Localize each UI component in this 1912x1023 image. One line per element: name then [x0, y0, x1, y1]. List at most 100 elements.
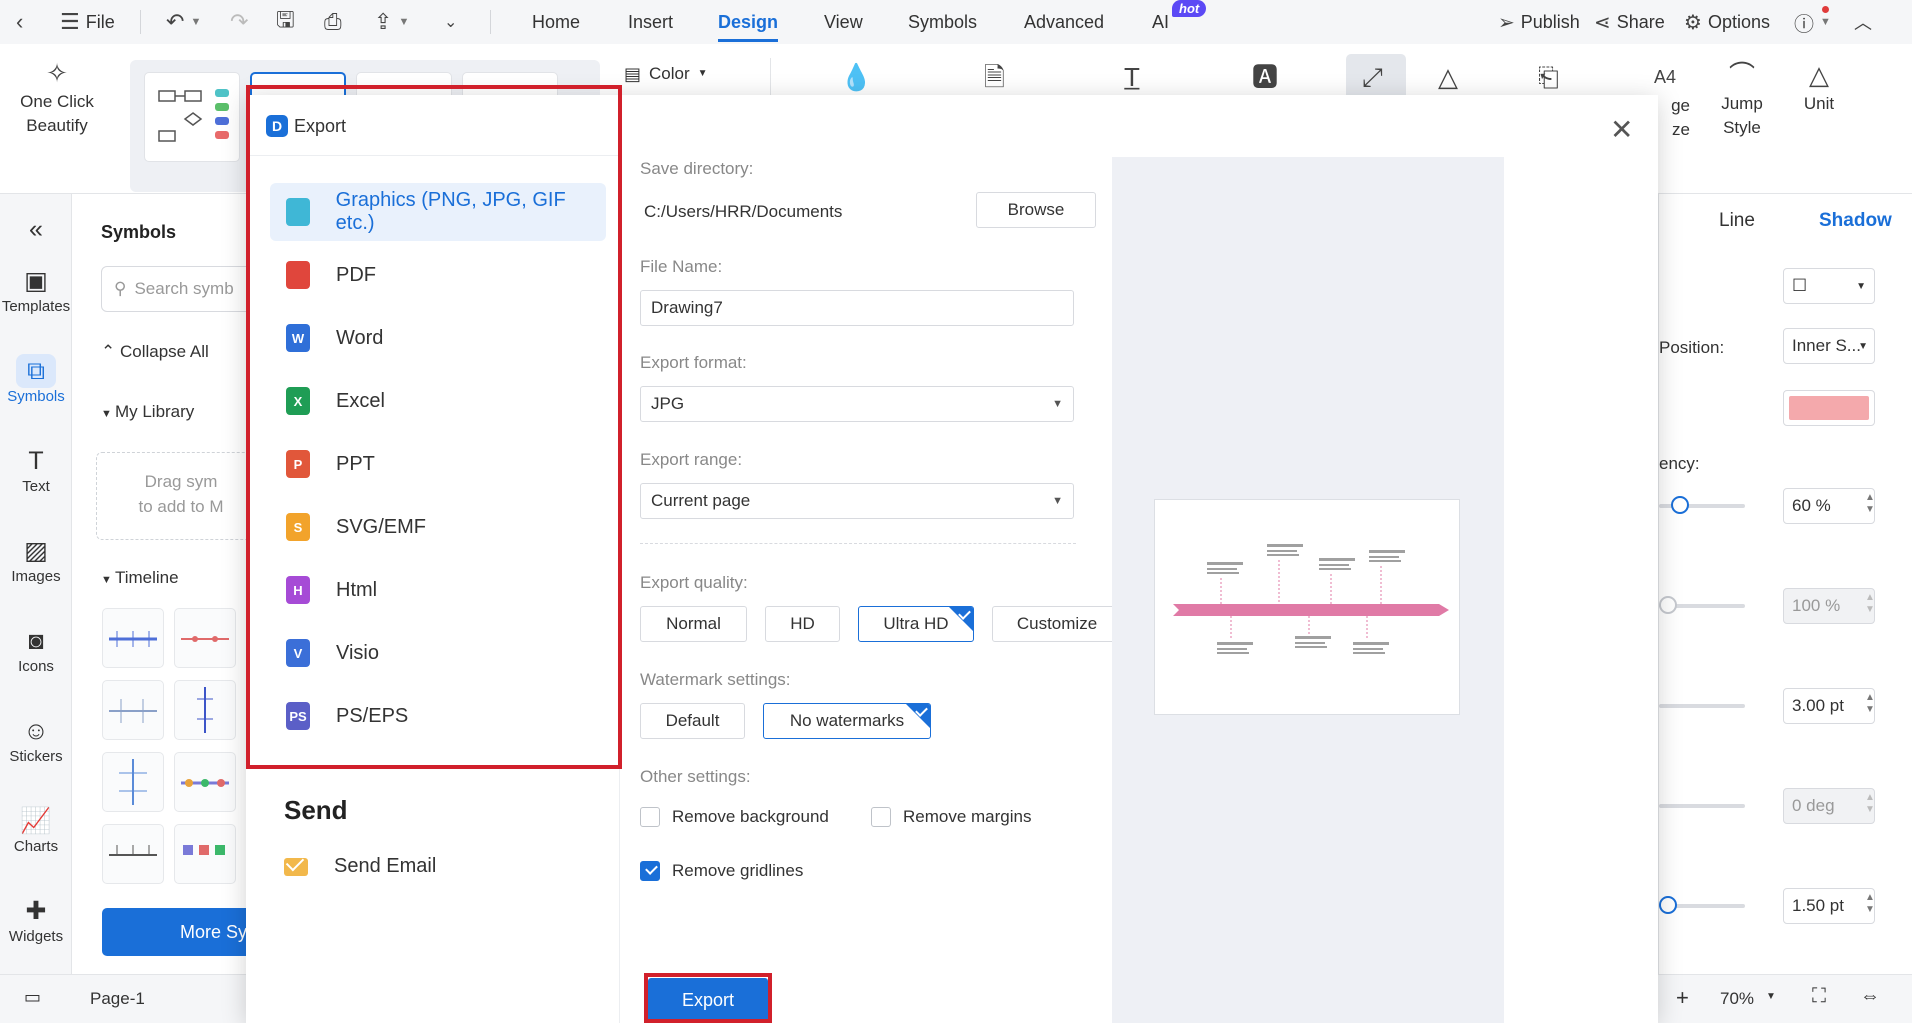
rail-icons[interactable]: ◙ Icons — [0, 624, 72, 675]
slider-handle[interactable] — [1659, 896, 1677, 914]
timeline-symbol[interactable] — [102, 752, 164, 812]
fill-button[interactable]: 💧 — [840, 60, 872, 94]
font-button[interactable]: 🅰 — [1252, 60, 1278, 94]
tab-ai[interactable]: AI — [1152, 0, 1169, 44]
chevron-down-icon[interactable]: ▼ — [1766, 991, 1776, 1002]
options-button[interactable]: ⚙ Options — [1684, 0, 1770, 44]
remove-margins-checkbox[interactable] — [871, 807, 891, 827]
angle-input[interactable]: 0 deg — [1783, 788, 1875, 824]
quality-ultra-hd-button[interactable]: Ultra HD — [858, 606, 974, 642]
rail-templates[interactable]: ▣ Templates — [0, 264, 72, 315]
theme-thumbnail[interactable] — [144, 72, 240, 162]
tab-advanced[interactable]: Advanced — [1024, 0, 1104, 44]
spinner-arrows[interactable]: ▲ ▼ — [1865, 592, 1875, 616]
transparency-input[interactable]: 60 % — [1783, 488, 1875, 524]
distance-slider[interactable] — [1659, 704, 1745, 708]
spinner-arrows[interactable]: ▲ ▼ — [1865, 692, 1875, 716]
fit-width-icon[interactable]: ⇔ — [1860, 985, 1880, 1008]
export-quick-button[interactable]: ⇪ ▼ — [374, 0, 409, 44]
spinner-arrows[interactable]: ▲ ▼ — [1865, 892, 1875, 916]
timeline-symbol[interactable] — [102, 608, 164, 668]
one-click-beautify-button[interactable]: ✧ One Click Beautify — [14, 56, 100, 138]
slider-handle[interactable] — [1659, 596, 1677, 614]
panel-toggle-icon[interactable]: ▭ — [24, 987, 41, 1008]
format-item[interactable]: P PPT — [270, 435, 606, 493]
format-item[interactable]: PDF — [270, 246, 606, 304]
file-name-input[interactable]: Drawing7 — [640, 290, 1074, 326]
quality-normal-button[interactable]: Normal — [640, 606, 747, 642]
format-item[interactable]: X Excel — [270, 372, 606, 430]
back-button[interactable]: ‹ — [16, 0, 23, 44]
browse-button[interactable]: Browse — [976, 192, 1096, 228]
slider-handle[interactable] — [1671, 496, 1689, 514]
more-quick-button[interactable]: ⌄ — [444, 0, 457, 44]
collapse-ribbon-button[interactable]: ︿ — [1854, 0, 1872, 44]
file-menu[interactable]: ☰ File — [60, 0, 115, 44]
position-select[interactable]: Inner S... ▼ — [1783, 328, 1875, 364]
format-item[interactable]: Graphics (PNG, JPG, GIF etc.) — [270, 183, 606, 241]
rail-stickers[interactable]: ☺ Stickers — [0, 714, 72, 765]
watermark-button[interactable]: △ — [1438, 60, 1458, 94]
close-icon[interactable]: ✕ — [1610, 113, 1633, 146]
angle-slider[interactable] — [1659, 804, 1745, 808]
tab-shadow[interactable]: Shadow — [1819, 210, 1892, 232]
print-button[interactable]: ⎙ — [324, 0, 342, 44]
format-item[interactable]: V Visio — [270, 624, 606, 682]
remove-gridlines-option[interactable]: Remove gridlines — [640, 861, 803, 881]
spinner-arrows[interactable]: ▲ ▼ — [1865, 792, 1875, 816]
rail-text[interactable]: T Text — [0, 444, 72, 495]
rail-charts[interactable]: 📈 Charts — [0, 804, 72, 855]
tab-symbols[interactable]: Symbols — [908, 0, 977, 44]
export-range-select[interactable]: Current page ▼ — [640, 483, 1074, 519]
remove-background-option[interactable]: Remove background — [640, 807, 829, 827]
format-item[interactable]: W Word — [270, 309, 606, 367]
background-button[interactable]: 🗎 — [984, 60, 1005, 94]
rail-symbols[interactable]: ⧉ Symbols — [0, 354, 72, 405]
distance-input[interactable]: 3.00 pt — [1783, 688, 1875, 724]
zoom-level[interactable]: 70% — [1720, 989, 1754, 1009]
timeline-symbol[interactable] — [174, 608, 236, 668]
timeline-symbol[interactable] — [174, 680, 236, 740]
tab-design[interactable]: Design — [718, 0, 779, 44]
zoom-in-icon[interactable]: + — [1676, 985, 1689, 1011]
jump-style-button[interactable]: ⌒ Jump Style — [1712, 58, 1772, 140]
tab-home[interactable]: Home — [532, 0, 580, 44]
format-item[interactable]: PS PS/EPS — [270, 687, 606, 745]
timeline-symbol[interactable] — [102, 680, 164, 740]
library-drop-zone[interactable]: Drag sym to add to M — [96, 452, 266, 540]
format-item[interactable]: H Html — [270, 561, 606, 619]
collapse-all-button[interactable]: ⌃ Collapse All — [101, 342, 209, 362]
help-button[interactable]: ⓘ ▼ — [1794, 0, 1831, 44]
export-button[interactable]: Export — [648, 978, 768, 1023]
spinner-arrows[interactable]: ▲ ▼ — [1865, 492, 1875, 516]
remove-gridlines-checkbox[interactable] — [640, 861, 660, 881]
save-button[interactable]: 🖫 — [276, 0, 295, 44]
format-item[interactable]: S SVG/EMF — [270, 498, 606, 556]
redo-button[interactable]: ↷ — [230, 0, 248, 44]
auto-size-button[interactable]: ⤢ — [1362, 60, 1383, 94]
quality-customize-button[interactable]: Customize — [992, 606, 1122, 642]
timeline-symbol[interactable] — [102, 824, 164, 884]
shadow-type-select[interactable]: ☐ ▼ — [1783, 268, 1875, 304]
watermark-none-button[interactable]: No watermarks — [763, 703, 931, 739]
my-library-header[interactable]: ▼ My Library — [101, 402, 194, 422]
export-format-select[interactable]: JPG ▼ — [640, 386, 1074, 422]
text-style-button[interactable]: T̲ — [1124, 60, 1140, 94]
tab-line[interactable]: Line — [1719, 210, 1755, 232]
unit-button[interactable]: △ Unit — [1794, 58, 1844, 116]
timeline-header[interactable]: ▼ Timeline — [101, 568, 179, 588]
publish-button[interactable]: ➢ Publish — [1498, 0, 1580, 44]
timeline-symbol[interactable] — [174, 752, 236, 812]
share-button[interactable]: ⋖ Share — [1594, 0, 1665, 44]
rail-widgets[interactable]: ✚ Widgets — [0, 894, 72, 945]
tab-insert[interactable]: Insert — [628, 0, 673, 44]
orientation-button[interactable]: ⎗ — [1538, 60, 1559, 94]
size-input[interactable]: 1.50 pt — [1783, 888, 1875, 924]
symbol-search-input[interactable]: ⚲ Search symb — [101, 266, 261, 312]
blur-input[interactable]: 100 % — [1783, 588, 1875, 624]
color-button[interactable]: ▤ Color ▼ — [624, 62, 708, 86]
quality-hd-button[interactable]: HD — [765, 606, 840, 642]
remove-background-checkbox[interactable] — [640, 807, 660, 827]
collapse-rail-button[interactable]: « — [0, 212, 72, 246]
undo-button[interactable]: ↶ ▼ — [166, 0, 201, 44]
